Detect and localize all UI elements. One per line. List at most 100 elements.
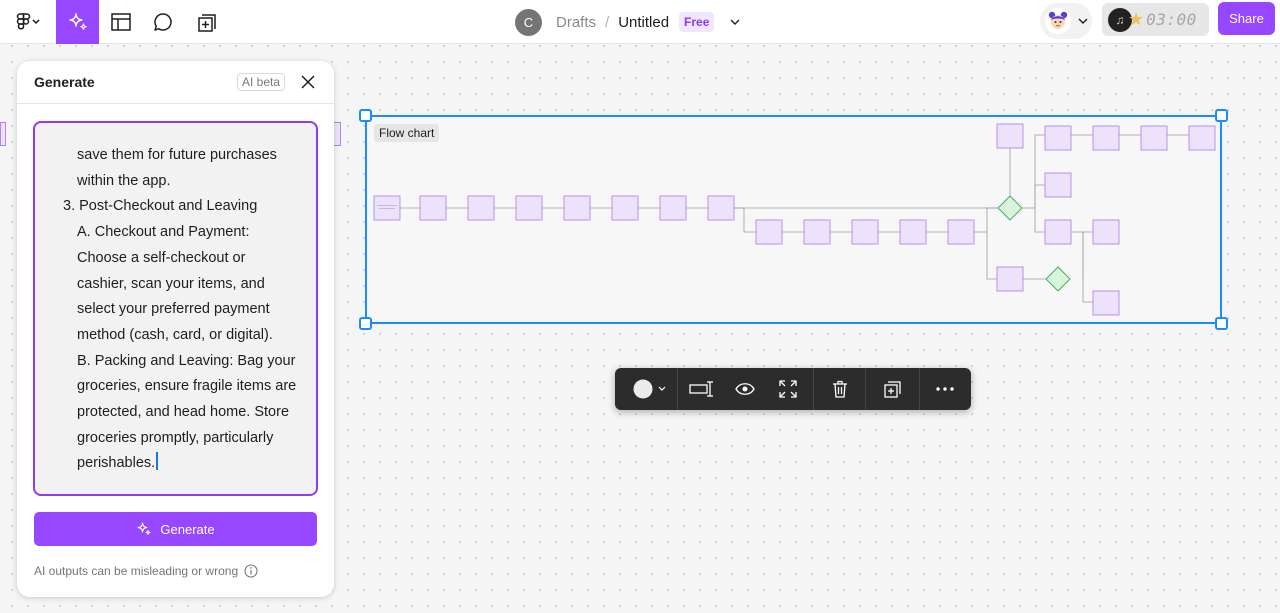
chevron-down-icon <box>730 19 740 25</box>
breadcrumb: C Drafts / Untitled Free <box>515 0 740 44</box>
prompt-line: Choose a self-checkout or <box>77 249 246 266</box>
flow-node <box>1092 290 1120 316</box>
resize-handle-bottom-left[interactable] <box>359 317 372 330</box>
offscreen-node-left[interactable] <box>0 122 6 146</box>
flow-node <box>996 123 1024 149</box>
flow-node <box>419 195 447 221</box>
more-options-button[interactable] <box>928 368 962 410</box>
flow-node <box>1188 125 1216 151</box>
panel-title: Generate <box>34 74 95 90</box>
add-frame-icon <box>198 14 216 32</box>
duplicate-button[interactable] <box>876 368 910 410</box>
flow-decision <box>997 195 1023 221</box>
prompt-line: protected, and head home. Store <box>77 404 290 421</box>
panel-header: Generate AI beta <box>17 61 334 104</box>
toolbar-divider <box>865 368 866 410</box>
delete-button[interactable] <box>823 368 857 410</box>
ai-beta-badge: AI beta <box>237 73 286 91</box>
prompt-line: groceries, ensure fragile items are <box>77 378 297 395</box>
flow-node <box>996 266 1024 292</box>
ai-sparkle-icon <box>137 522 151 535</box>
generate-panel: Generate AI beta save them for future pu… <box>17 61 334 597</box>
team-avatar[interactable]: C <box>515 8 542 36</box>
user-avatar <box>1045 8 1071 34</box>
flow-node <box>803 219 831 245</box>
ai-disclaimer: AI outputs can be misleading or wrong <box>34 564 258 578</box>
plan-badge: Free <box>679 12 715 32</box>
toolbar-divider <box>813 368 814 410</box>
flow-node <box>1044 219 1072 245</box>
visibility-button[interactable] <box>728 368 762 410</box>
color-swatch-icon <box>633 379 666 399</box>
flow-node <box>467 195 495 221</box>
breadcrumb-drafts-link[interactable]: Drafts <box>556 14 596 31</box>
file-title[interactable]: Untitled <box>618 14 669 31</box>
trash-icon <box>833 380 847 398</box>
prompt-line: B. Packing and Leaving: Bag your <box>77 352 296 369</box>
prompt-line: method (cash, card, or digital). <box>77 326 273 343</box>
generate-button[interactable]: Generate <box>34 512 317 546</box>
comment-tool-button[interactable] <box>146 0 180 44</box>
prompt-line: cashier, scan your items, and <box>77 275 265 292</box>
more-icon <box>936 387 954 391</box>
prompt-line-last: perishables. <box>63 451 302 477</box>
flow-node <box>659 195 687 221</box>
eye-icon <box>735 383 755 395</box>
flow-nodes <box>373 123 1216 316</box>
close-icon[interactable] <box>300 74 316 90</box>
resize-handle-bottom-right[interactable] <box>1215 317 1228 330</box>
share-button[interactable]: Share <box>1218 2 1275 35</box>
flow-node <box>755 219 783 245</box>
prompt-line: A. Checkout and Payment: <box>77 224 250 241</box>
selection-toolbar <box>615 368 971 410</box>
flow-node <box>1140 125 1168 151</box>
resize-handle-top-right[interactable] <box>1215 109 1228 122</box>
flow-chart-frame[interactable]: Flow chart <box>365 115 1222 324</box>
flow-node <box>1044 125 1072 151</box>
flow-node <box>515 195 543 221</box>
prompt-line: save them for future purchases <box>77 147 277 163</box>
ai-sparkle-icon <box>68 13 87 30</box>
flow-node <box>707 195 735 221</box>
add-frame-tool-button[interactable] <box>190 0 224 44</box>
figma-logo-icon <box>16 13 40 30</box>
prompt-line: groceries promptly, particularly <box>77 429 274 446</box>
toolbar-divider <box>919 368 920 410</box>
prompt-line: 3. Post-Checkout and Leaving <box>63 198 258 215</box>
info-icon[interactable] <box>244 564 258 578</box>
main-menu-button[interactable] <box>8 0 48 44</box>
timer-display: 03:00 <box>1146 10 1197 29</box>
expand-button[interactable] <box>771 368 805 410</box>
fill-color-picker[interactable] <box>627 368 669 410</box>
star-icon: ★ <box>1128 9 1145 29</box>
flow-decision <box>1045 266 1071 292</box>
comment-icon <box>154 13 172 31</box>
breadcrumb-separator: / <box>605 13 610 31</box>
flow-node <box>947 219 975 245</box>
prompt-line: perishables. <box>77 455 156 472</box>
prompt-line: within the app. <box>77 172 171 189</box>
flow-node <box>611 195 639 221</box>
top-toolbar: C Drafts / Untitled Free ♫ ★ 03:00 Share <box>0 0 1280 44</box>
resize-handle-top-left[interactable] <box>359 109 372 122</box>
layout-tool-button[interactable] <box>104 0 138 44</box>
user-avatar-menu[interactable] <box>1040 3 1092 39</box>
expand-icon <box>779 380 797 398</box>
prompt-textarea[interactable]: save them for future purchases within th… <box>33 121 318 496</box>
flow-node <box>1092 219 1120 245</box>
flow-node <box>1092 125 1120 151</box>
prompt-line: select your preferred payment <box>77 301 270 318</box>
text-caret <box>156 452 159 471</box>
resize-text-button[interactable] <box>685 368 719 410</box>
ai-tool-button[interactable] <box>56 0 99 44</box>
flow-chart-diagram <box>373 123 1216 316</box>
toolbar-divider <box>677 368 678 410</box>
flow-node <box>851 219 879 245</box>
generate-button-label: Generate <box>160 521 215 537</box>
file-menu-chevron[interactable] <box>730 18 740 26</box>
flow-node <box>899 219 927 245</box>
timer-widget[interactable]: ♫ ★ 03:00 <box>1102 3 1209 36</box>
duplicate-icon <box>884 381 901 398</box>
flow-node <box>1044 172 1072 198</box>
layout-icon <box>111 13 131 31</box>
